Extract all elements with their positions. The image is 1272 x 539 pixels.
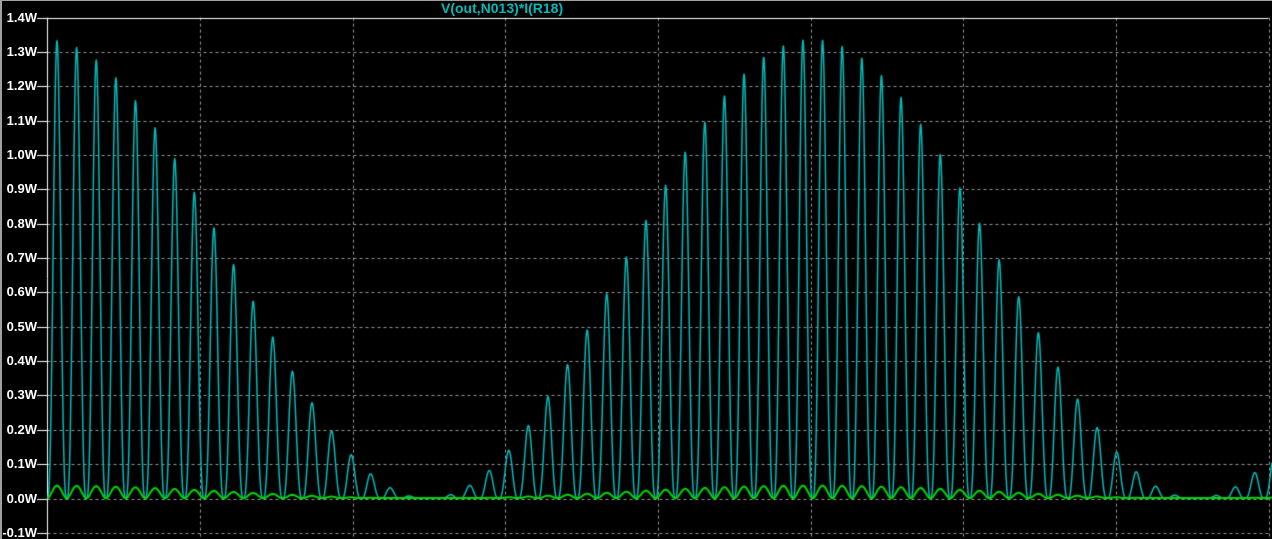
y-axis-label: 1.3W (6, 44, 37, 59)
pane-border-top (0, 0, 1272, 1)
y-axis-label: 0.2W (6, 422, 37, 437)
y-axis-label: 1.0W (6, 147, 37, 162)
y-axis-label: 0.6W (6, 284, 37, 299)
y-axis-label: 1.2W (6, 78, 37, 93)
y-axis-label: 0.7W (6, 250, 37, 265)
plot-area[interactable] (0, 0, 1272, 539)
y-axis-label: 0.1W (6, 456, 37, 471)
y-axis-label: 0.9W (6, 181, 37, 196)
y-axis-label: 0.4W (6, 353, 37, 368)
y-axis-label: 0.8W (6, 216, 37, 231)
trace-label[interactable]: V(out,N013)*I(R18) (441, 0, 563, 16)
waveform-pane: V(out,N013)*I(R18) 1.4W 1.3W 1.2W 1.1W 1.0W 0… (0, 0, 1272, 539)
y-axis-label: -0.1W (2, 525, 37, 539)
y-axis-label: 0.0W (6, 491, 37, 506)
y-axis-label: 0.3W (6, 387, 37, 402)
y-axis-label: 1.1W (6, 113, 37, 128)
y-axis-label: 0.5W (6, 319, 37, 334)
y-axis-label: 1.4W (6, 10, 37, 25)
